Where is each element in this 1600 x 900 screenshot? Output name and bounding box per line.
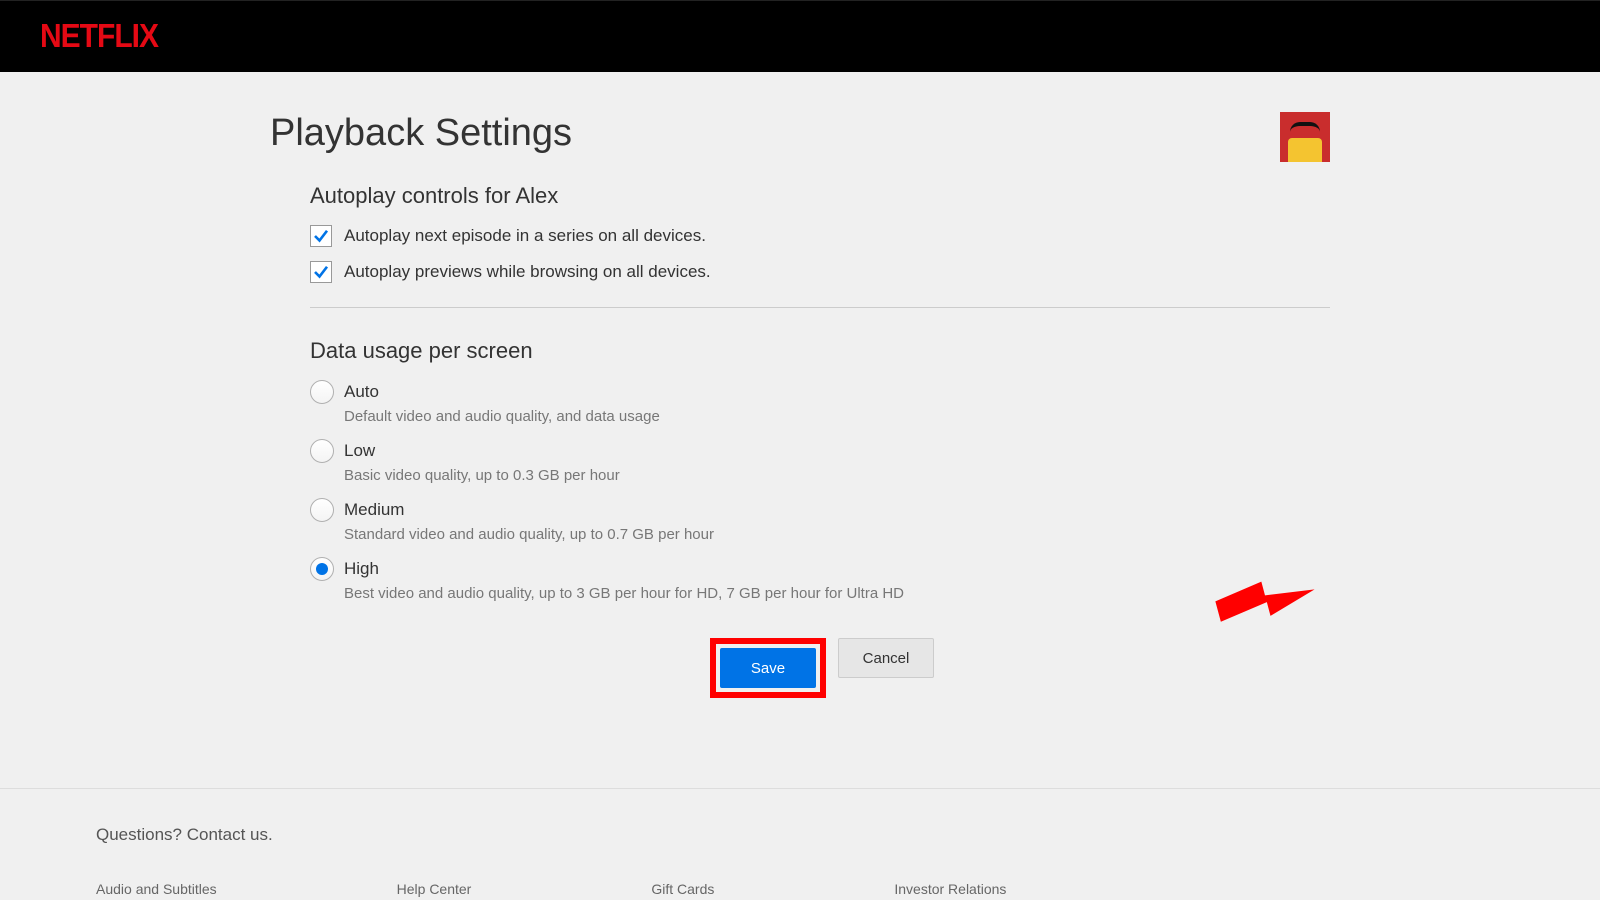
data-usage-low-radio[interactable] bbox=[310, 439, 334, 463]
check-icon bbox=[312, 227, 330, 245]
radio-label: Low bbox=[344, 439, 620, 463]
footer-link-investor[interactable]: Investor Relations bbox=[894, 881, 1006, 897]
data-usage-auto-radio[interactable] bbox=[310, 380, 334, 404]
page-title: Playback Settings bbox=[270, 112, 572, 155]
action-buttons: Save Cancel bbox=[710, 638, 1330, 698]
radio-desc: Best video and audio quality, up to 3 GB… bbox=[344, 585, 904, 602]
data-usage-high-radio[interactable] bbox=[310, 557, 334, 581]
profile-avatar[interactable] bbox=[1280, 112, 1330, 162]
data-usage-auto: Auto Default video and audio quality, an… bbox=[310, 380, 1330, 425]
autoplay-previews-row: Autoplay previews while browsing on all … bbox=[310, 261, 1330, 283]
save-button[interactable]: Save bbox=[720, 648, 816, 688]
autoplay-previews-checkbox[interactable] bbox=[310, 261, 332, 283]
autoplay-previews-label: Autoplay previews while browsing on all … bbox=[344, 262, 711, 282]
autoplay-next-episode-row: Autoplay next episode in a series on all… bbox=[310, 225, 1330, 247]
footer-link-gift[interactable]: Gift Cards bbox=[651, 881, 714, 897]
data-usage-heading: Data usage per screen bbox=[310, 338, 1330, 364]
autoplay-next-episode-label: Autoplay next episode in a series on all… bbox=[344, 226, 706, 246]
data-usage-low: Low Basic video quality, up to 0.3 GB pe… bbox=[310, 439, 1330, 484]
cancel-button[interactable]: Cancel bbox=[838, 638, 934, 678]
radio-desc: Basic video quality, up to 0.3 GB per ho… bbox=[344, 467, 620, 484]
footer-links: Audio and Subtitles Help Center Gift Car… bbox=[96, 881, 1504, 897]
check-icon bbox=[312, 263, 330, 281]
radio-label: Auto bbox=[344, 380, 660, 404]
settings-container: Playback Settings Autoplay controls for … bbox=[270, 72, 1330, 698]
radio-label: High bbox=[344, 557, 904, 581]
data-usage-medium: Medium Standard video and audio quality,… bbox=[310, 498, 1330, 543]
footer-questions[interactable]: Questions? Contact us. bbox=[96, 825, 1504, 845]
radio-desc: Default video and audio quality, and dat… bbox=[344, 408, 660, 425]
autoplay-next-episode-checkbox[interactable] bbox=[310, 225, 332, 247]
page-footer: Questions? Contact us. Audio and Subtitl… bbox=[0, 788, 1600, 897]
footer-link-audio[interactable]: Audio and Subtitles bbox=[96, 881, 217, 897]
footer-link-help[interactable]: Help Center bbox=[397, 881, 472, 897]
save-annotation-box: Save bbox=[710, 638, 826, 698]
autoplay-heading: Autoplay controls for Alex bbox=[310, 183, 1330, 209]
data-usage-medium-radio[interactable] bbox=[310, 498, 334, 522]
section-divider bbox=[310, 307, 1330, 308]
radio-label: Medium bbox=[344, 498, 714, 522]
app-header: NETFLIX bbox=[0, 0, 1600, 72]
data-usage-high: High Best video and audio quality, up to… bbox=[310, 557, 1330, 602]
netflix-logo[interactable]: NETFLIX bbox=[40, 18, 158, 55]
radio-desc: Standard video and audio quality, up to … bbox=[344, 526, 714, 543]
